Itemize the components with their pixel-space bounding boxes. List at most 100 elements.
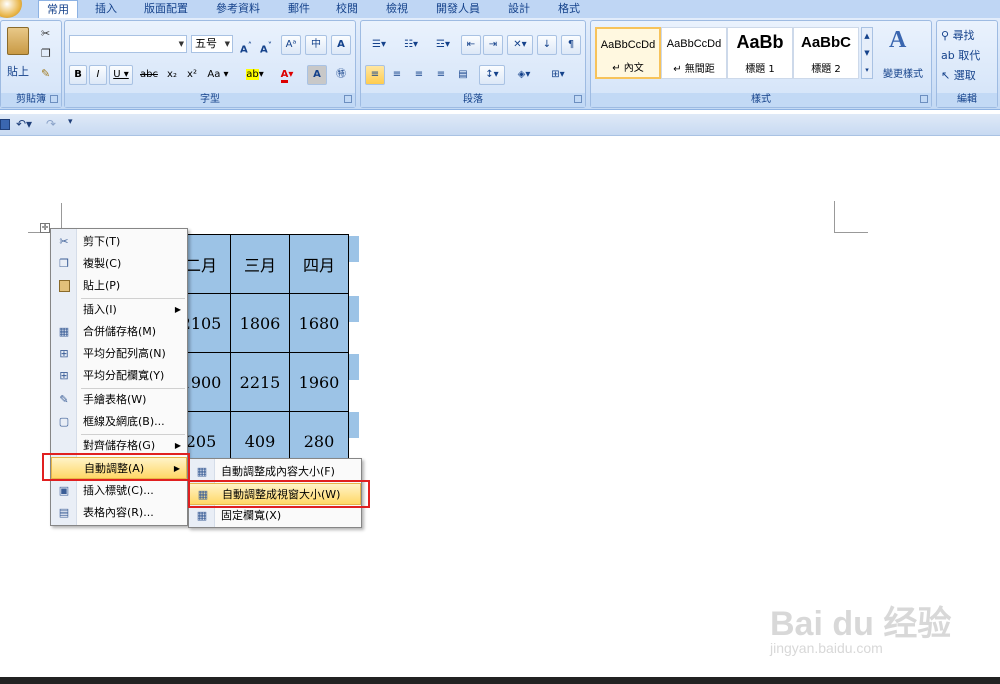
font-size-combo[interactable]: 五号 ▼ — [191, 35, 233, 53]
tab-home[interactable]: 常用 — [38, 0, 78, 18]
style-normal[interactable]: AaBbCcDd ↵ 內文 — [595, 27, 661, 79]
tab-review[interactable]: 校閱 — [330, 0, 364, 18]
clipboard-group: 貼上 ✂ ❐ ✎ 剪貼簿 — [0, 20, 62, 108]
save-icon[interactable] — [0, 119, 10, 130]
table-cell[interactable]: 2215 — [230, 352, 290, 412]
copy-icon[interactable]: ❐ — [41, 47, 51, 60]
paste-icon[interactable] — [7, 27, 29, 55]
office-button[interactable] — [0, 0, 22, 18]
align-right-button[interactable]: ≡ — [409, 65, 429, 85]
shading-button[interactable]: ◈▾ — [509, 65, 539, 85]
table-cell[interactable]: 1960 — [289, 352, 349, 412]
table-cell[interactable]: 1806 — [230, 293, 290, 353]
table-properties-icon: ▤ — [58, 506, 70, 519]
paste-button[interactable]: 貼上 — [3, 63, 33, 79]
paragraph-group-label: 段落 — [361, 93, 585, 107]
menu-item-distribute-rows[interactable]: ⊞ 平均分配列高(N) — [51, 343, 187, 365]
table-cell[interactable]: 四月 — [289, 234, 349, 294]
strikethrough-button[interactable]: abc — [137, 65, 161, 85]
menu-item-borders-shading[interactable]: ▢ 框線及網底(B)... — [51, 411, 187, 433]
menu-item-fixed-width[interactable]: ▦ 固定欄寬(X) — [189, 505, 361, 527]
grow-font-button[interactable]: A˄ — [237, 35, 255, 55]
table-cell[interactable]: 1680 — [289, 293, 349, 353]
highlight-box-autofit-window — [188, 480, 370, 508]
context-menu: ✂ 剪下(T) ❐ 複製(C) 貼上(P) 插入(I) ▶ ▦ 合併儲存格(M) ⊞ 平均… — [50, 228, 188, 526]
tab-design[interactable]: 設計 — [502, 0, 536, 18]
table-move-handle[interactable]: ✛ — [40, 223, 50, 233]
italic-button[interactable]: I — [89, 65, 107, 85]
paragraph-group: ☰▾ ☷▾ ☲▾ ⇤ ⇥ ✕▾ ↓ ¶ ≡ ≡ ≡ ≡ ▤ ↕▾ ◈▾ ⊞▾ 段… — [360, 20, 586, 108]
align-left-button[interactable]: ≡ — [365, 65, 385, 85]
menu-item-copy[interactable]: ❐ 複製(C) — [51, 253, 187, 275]
tab-format[interactable]: 格式 — [552, 0, 586, 18]
tab-insert[interactable]: 插入 — [88, 0, 124, 18]
asian-layout-button[interactable]: ✕▾ — [507, 35, 533, 55]
table-cell[interactable]: 三月 — [230, 234, 290, 294]
char-border-button[interactable]: A — [331, 35, 351, 55]
menu-item-table-properties[interactable]: ▤ 表格內容(R)... — [51, 502, 187, 524]
cursor-icon: ↖ — [941, 69, 951, 82]
bold-button[interactable]: B — [69, 65, 87, 85]
subscript-button[interactable]: x₂ — [163, 65, 181, 85]
replace-button[interactable]: ab 取代 — [941, 47, 980, 63]
menu-item-draw-table[interactable]: ✎ 手繪表格(W) — [51, 389, 187, 411]
find-button[interactable]: ⚲ 尋找 — [941, 27, 975, 43]
select-button[interactable]: ↖ 選取 — [941, 67, 976, 83]
menu-item-cut[interactable]: ✂ 剪下(T) — [51, 231, 187, 253]
change-styles-icon[interactable]: A — [889, 27, 906, 54]
format-painter-icon[interactable]: ✎ — [41, 67, 50, 80]
clear-format-button[interactable]: Aᵃ — [281, 35, 301, 55]
style-no-spacing[interactable]: AaBbCcDd ↵ 無間距 — [661, 27, 727, 79]
change-styles-button[interactable]: 變更樣式 — [877, 65, 929, 80]
style-heading-1[interactable]: AaBb 標題 1 — [727, 27, 793, 79]
row-end-marker — [349, 354, 359, 380]
data-table[interactable]: 二月 三月 四月 2105 1806 1680 1900 2215 1960 2… — [171, 234, 349, 471]
row-end-marker — [349, 412, 359, 438]
highlight-button[interactable]: ab▾ — [241, 65, 269, 85]
borders-icon: ▢ — [58, 415, 70, 428]
borders-button[interactable]: ⊞▾ — [543, 65, 573, 85]
decrease-indent-button[interactable]: ⇤ — [461, 35, 481, 55]
menu-item-merge-cells[interactable]: ▦ 合併儲存格(M) — [51, 321, 187, 343]
table-row: 2105 1806 1680 — [171, 293, 349, 353]
margin-mark-top-right — [834, 201, 868, 233]
tab-references[interactable]: 參考資料 — [210, 0, 266, 18]
char-shading-button[interactable]: A — [307, 65, 327, 85]
multilevel-list-button[interactable]: ☲▾ — [429, 35, 457, 55]
customize-qat-icon[interactable]: ▾ — [68, 117, 73, 127]
replace-icon: ab — [941, 49, 955, 62]
submenu-arrow-icon: ▶ — [174, 305, 181, 314]
bullets-button[interactable]: ☰▾ — [365, 35, 393, 55]
phonetic-guide-button[interactable]: 中 — [305, 35, 327, 55]
cut-icon[interactable]: ✂ — [41, 27, 50, 40]
tab-view[interactable]: 檢視 — [380, 0, 414, 18]
font-name-combo[interactable]: ▼ — [69, 35, 187, 53]
undo-icon[interactable]: ↶▾ — [16, 117, 32, 131]
change-case-button[interactable]: Aa ▾ — [203, 65, 233, 85]
menu-item-distribute-columns[interactable]: ⊞ 平均分配欄寬(Y) — [51, 365, 187, 387]
enclose-char-button[interactable]: ㊕ — [331, 65, 351, 85]
menu-item-insert-caption[interactable]: ▣ 插入標號(C)... — [51, 480, 187, 502]
redo-icon[interactable]: ↷ — [46, 117, 56, 131]
styles-group: AaBbCcDd ↵ 內文 AaBbCcDd ↵ 無間距 AaBb 標題 1 AaBb… — [590, 20, 932, 108]
numbering-button[interactable]: ☷▾ — [397, 35, 425, 55]
row-end-marker — [349, 236, 359, 262]
menu-item-paste[interactable]: 貼上(P) — [51, 275, 187, 297]
distributed-button[interactable]: ▤ — [453, 65, 473, 85]
tab-mailings[interactable]: 郵件 — [282, 0, 316, 18]
superscript-button[interactable]: x² — [183, 65, 201, 85]
font-color-button[interactable]: A▾ — [273, 65, 301, 85]
styles-scroll[interactable]: ▲ ▼ ▾ — [861, 27, 873, 79]
underline-button[interactable]: U ▾ — [109, 65, 133, 85]
line-spacing-button[interactable]: ↕▾ — [479, 65, 505, 85]
shrink-font-button[interactable]: A˅ — [257, 35, 275, 55]
justify-button[interactable]: ≡ — [431, 65, 451, 85]
show-marks-button[interactable]: ¶ — [561, 35, 581, 55]
style-heading-2[interactable]: AaBbC 標題 2 — [793, 27, 859, 79]
sort-button[interactable]: ↓ — [537, 35, 557, 55]
menu-item-insert[interactable]: 插入(I) ▶ — [51, 299, 187, 321]
increase-indent-button[interactable]: ⇥ — [483, 35, 503, 55]
tab-page-layout[interactable]: 版面配置 — [138, 0, 194, 18]
tab-developer[interactable]: 開發人員 — [430, 0, 486, 18]
align-center-button[interactable]: ≡ — [387, 65, 407, 85]
